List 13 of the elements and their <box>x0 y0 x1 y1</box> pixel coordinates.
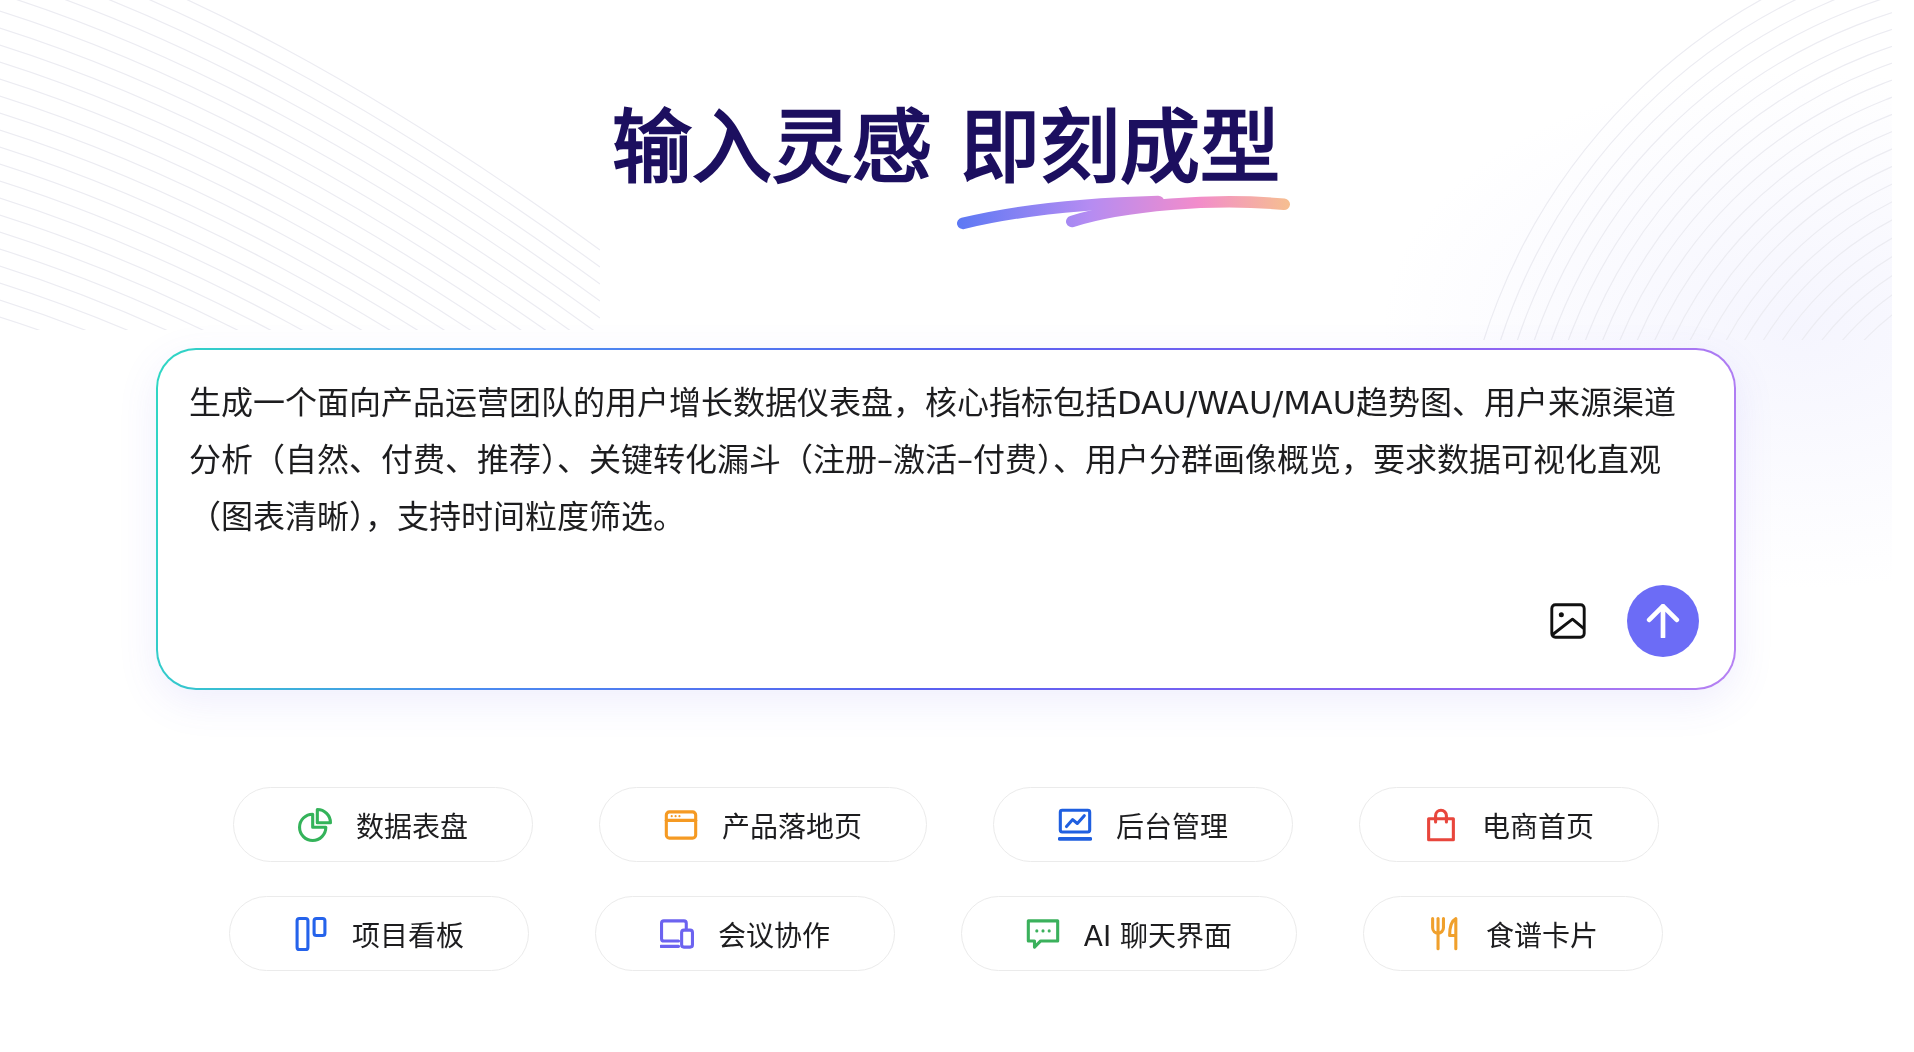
suggestion-button[interactable]: 产品落地页 <box>599 787 927 862</box>
headline: 输入灵感 即刻成型 <box>612 108 1280 188</box>
suggestion-button[interactable]: 会议协作 <box>594 896 895 971</box>
suggestion-button[interactable]: 数据表盘 <box>233 787 533 862</box>
suggestion-button[interactable]: 电商首页 <box>1359 787 1659 862</box>
suggestion-button[interactable]: 后台管理 <box>993 787 1293 862</box>
suggestion-button[interactable]: 食谱卡片 <box>1363 896 1664 971</box>
suggestion-button[interactable]: 项目看板 <box>228 896 529 971</box>
prompt-input-field[interactable]: 生成一个面向产品运营团队的用户增长数据仪表盘，核心指标包括DAU/WAU/MAU趋势图、用户来源渠道分析（自然、付费、推荐）、关键转化漏斗（注册–激活–付费）、用户分群画像概览，要求数据可视化直观（图表清晰），支持时间粒度筛选。 <box>156 348 1736 690</box>
prompt-text: 生成一个面向产品运营团队的用户增长数据仪表盘，核心指标包括DAU/WAU/MAU趋势图、用户来源渠道分析（自然、付费、推荐）、关键转化漏斗（注册–激活–付费）、用户分群画像概览，要求数据可视化直观（图表清晰），支持时间粒度筛选。 <box>189 383 1678 538</box>
suggestion-button[interactable]: AI 聊天界面 <box>960 896 1298 971</box>
arrow-up-icon <box>1646 604 1680 638</box>
image-icon[interactable] <box>1550 603 1586 639</box>
